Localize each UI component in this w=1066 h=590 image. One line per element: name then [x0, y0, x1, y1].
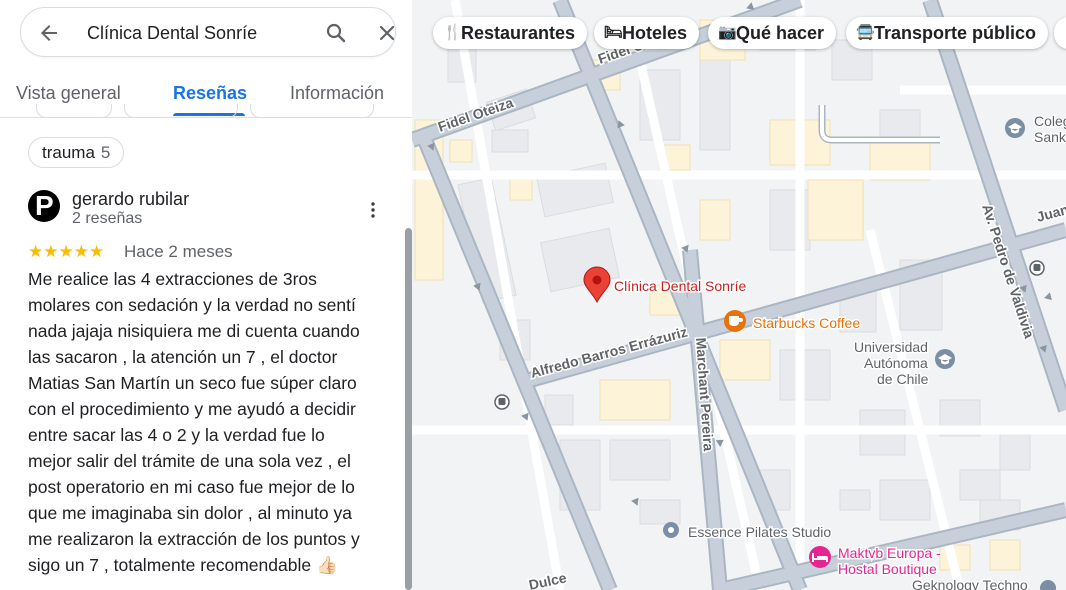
- close-icon[interactable]: [375, 21, 399, 45]
- review-text: Me realice las 4 extracciones de 3ros mo…: [28, 266, 388, 578]
- review-line: con el procedimiento y me ayudó a decidi…: [28, 399, 356, 419]
- review-line: las sacaron , la atención un 7 , el doct…: [28, 347, 338, 367]
- avatar[interactable]: P: [28, 190, 60, 222]
- scrollbar-thumb[interactable]: [405, 228, 412, 590]
- hotel-icon[interactable]: [809, 546, 831, 568]
- tab-overview[interactable]: Vista general: [16, 83, 121, 104]
- place-label-universidad: Autónoma: [864, 355, 928, 371]
- topic-chip-trauma[interactable]: trauma 5: [28, 137, 125, 168]
- review-line: me realizaron la extracción de los punto…: [28, 529, 360, 549]
- chip-restaurants[interactable]: 🍴Restaurantes: [433, 17, 588, 49]
- school-icon[interactable]: [1005, 118, 1025, 138]
- place-label-maktvb: Hostal Boutique: [838, 561, 937, 577]
- place-panel: Clínica Dental Sonríe Vista general Rese…: [0, 0, 412, 590]
- search-box[interactable]: Clínica Dental Sonríe: [20, 7, 396, 57]
- place-label-colegio: Sankt: [1034, 129, 1066, 145]
- place-label-clinic: Clínica Dental Sonríe: [614, 278, 747, 294]
- place-label-universidad: de Chile: [877, 371, 929, 387]
- review-line: Me realice las 4 extracciones de 3ros: [28, 269, 317, 289]
- chip-things-to-do[interactable]: 📷Qué hacer: [708, 17, 837, 49]
- review-line: Matias San Martín un seco fue súper clar…: [28, 373, 357, 393]
- place-label-geknology: Geknology Techno: [912, 577, 1028, 590]
- place-label-colegio: Coleg: [1034, 113, 1066, 129]
- topic-chips-row-scrolled: [28, 104, 388, 118]
- back-arrow-icon[interactable]: [37, 21, 61, 45]
- more-options-icon[interactable]: [364, 198, 382, 222]
- tab-information[interactable]: Información: [290, 83, 384, 104]
- school-icon[interactable]: [935, 349, 955, 369]
- search-icon[interactable]: [324, 21, 348, 45]
- place-label-starbucks: Starbucks Coffee: [753, 315, 860, 331]
- review-line: post operatorio en mi caso fue mejor de …: [28, 477, 355, 497]
- map-canvas[interactable]: Fidel Oteiza Fidel Oteiza Alfredo Barros…: [412, 0, 1066, 590]
- reviewer-review-count: 2 reseñas: [72, 210, 143, 227]
- topic-chip-label: trauma: [42, 143, 95, 162]
- review-line: mejor salir del trámite de una sola vez …: [28, 451, 351, 471]
- place-label-universidad: Universidad: [854, 339, 928, 355]
- bus-stop-icon[interactable]: [1029, 260, 1045, 276]
- place-label-maktvb: Maktvb Europa -: [838, 545, 941, 561]
- place-icon[interactable]: [663, 522, 679, 538]
- review-date: Hace 2 meses: [124, 242, 233, 261]
- bus-icon: 🚍: [856, 24, 875, 41]
- reviewer-name[interactable]: gerardo rubilar: [72, 189, 189, 210]
- star-rating: ★★★★★: [28, 242, 105, 261]
- map-svg[interactable]: Fidel Oteiza Fidel Oteiza Alfredo Barros…: [412, 0, 1066, 590]
- camera-icon: 📷: [718, 24, 737, 41]
- fork-knife-icon: 🍴: [443, 24, 462, 41]
- bed-icon: 🛏: [604, 24, 624, 41]
- review-line: sigo un 7 , totalmente recomendable 👍🏻: [28, 555, 338, 575]
- review-line: molares con sedación y la verdad no sent…: [28, 295, 356, 315]
- review-line: entre sacar las 4 o 2 y la verdad fue lo: [28, 425, 325, 445]
- review-line: nada jajaja nisiquiera me di cuenta cuan…: [28, 321, 360, 341]
- tab-reviews[interactable]: Reseñas: [173, 83, 247, 104]
- search-input[interactable]: Clínica Dental Sonríe: [87, 23, 257, 44]
- chip-hotels[interactable]: 🛏Hoteles: [594, 17, 700, 49]
- topic-chip-count: 5: [100, 143, 111, 162]
- review-line: que me imaginaba sin dolor , al minuto y…: [28, 503, 352, 523]
- place-label-essence-pilates: Essence Pilates Studio: [688, 524, 831, 540]
- chip-public-transit[interactable]: 🚍Transporte público: [846, 17, 1049, 49]
- cafe-icon[interactable]: [724, 310, 746, 332]
- bus-stop-icon[interactable]: [494, 394, 510, 410]
